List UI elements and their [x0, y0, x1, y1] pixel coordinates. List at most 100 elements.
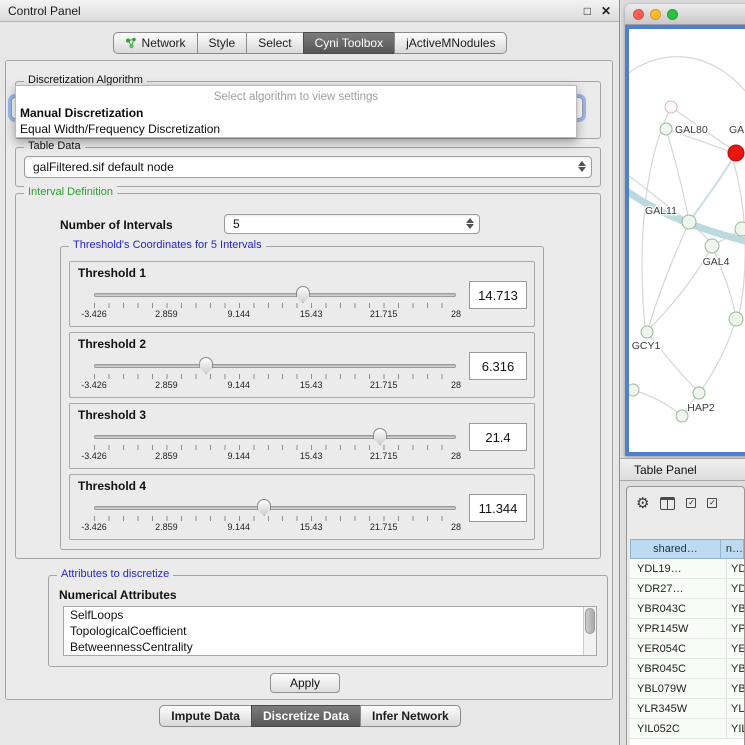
thresholds-group-title: Threshold's Coordinates for 5 Intervals — [69, 239, 266, 251]
combo-stepper-icon[interactable] — [576, 160, 587, 174]
list-scrollbar[interactable] — [583, 607, 596, 655]
slider-scale-label: 21.715 — [370, 380, 398, 390]
tab-jactivemnodules[interactable]: jActiveMNodules — [394, 32, 507, 54]
network-node[interactable] — [665, 101, 677, 113]
network-edge[interactable] — [666, 129, 688, 216]
network-node[interactable] — [660, 123, 672, 135]
threshold-slider[interactable]: -3.4262.8599.14415.4321.71528 — [94, 262, 456, 328]
threshold-row-1: Threshold 1 -3.4262.8599.14415.4321.7152… — [69, 261, 535, 327]
table-data-combobox[interactable]: galFiltered.sif default node — [24, 156, 592, 178]
table-row[interactable]: YPR145W YPR1 — [630, 619, 744, 639]
tab-infer-network[interactable]: Infer Network — [360, 705, 461, 727]
table-row[interactable]: YBR043C YBR0 — [630, 599, 744, 619]
slider-track[interactable] — [94, 293, 456, 297]
threshold-value-field[interactable]: 6.316 — [469, 352, 527, 380]
zoom-traffic-light-icon[interactable] — [667, 9, 678, 20]
threshold-slider[interactable]: -3.4262.8599.14415.4321.71528 — [94, 475, 456, 541]
network-edge[interactable] — [633, 390, 678, 413]
tab-cyni-toolbox[interactable]: Cyni Toolbox — [303, 32, 395, 54]
slider-scale-label: 15.43 — [300, 380, 323, 390]
control-panel-titlebar: Control Panel □ ✕ — [0, 0, 619, 22]
table-row[interactable]: YDL19… YDL1 — [630, 559, 744, 579]
network-canvas[interactable]: GAL80GAGAL11GAL4GCY1HAP2 — [629, 29, 745, 452]
slider-scale-label: 21.715 — [370, 309, 398, 319]
table-row[interactable]: YER054C YER0 — [630, 639, 744, 659]
column-header-1[interactable]: n… — [720, 539, 744, 559]
number-of-intervals-combobox[interactable]: 5 — [224, 214, 480, 234]
list-item-topologicalcoefficient[interactable]: TopologicalCoefficient — [64, 623, 596, 639]
slider-scale-label: -3.426 — [81, 522, 107, 532]
cell-shared-name: YDR27… — [630, 579, 727, 598]
tab-label: jActiveMNodules — [406, 36, 495, 50]
cell-name: YIL0 — [727, 719, 744, 738]
cell-shared-name: YPR145W — [630, 619, 727, 638]
network-node[interactable] — [682, 215, 696, 229]
network-icon — [125, 37, 137, 49]
slider-scale-label: 28 — [451, 309, 461, 319]
slider-track[interactable] — [94, 364, 456, 368]
column-selector-icon[interactable] — [660, 497, 675, 510]
deselect-all-checkbox-icon[interactable]: ✓ — [707, 498, 717, 508]
cell-shared-name: YER054C — [630, 639, 727, 658]
close-traffic-light-icon[interactable] — [633, 9, 644, 20]
threshold-slider[interactable]: -3.4262.8599.14415.4321.71528 — [94, 404, 456, 470]
slider-thumb[interactable] — [373, 428, 387, 445]
minimize-traffic-light-icon[interactable] — [650, 9, 661, 20]
network-node[interactable] — [728, 145, 744, 161]
network-node[interactable] — [705, 239, 719, 253]
cell-shared-name: YBR043C — [630, 599, 727, 618]
tab-impute-data[interactable]: Impute Data — [159, 705, 252, 727]
table-row[interactable]: YDR27… YDR2 — [630, 579, 744, 599]
network-edge[interactable] — [692, 153, 736, 218]
numerical-attributes-list: SelfLoopsTopologicalCoefficientBetweenne… — [64, 607, 596, 655]
network-node[interactable] — [729, 312, 743, 326]
network-node[interactable] — [693, 387, 705, 399]
list-item-betweennesscentrality[interactable]: BetweennessCentrality — [64, 639, 596, 655]
tab-select[interactable]: Select — [246, 32, 303, 54]
slider-scale-label: 9.144 — [228, 522, 251, 532]
table-row[interactable]: YBL079W YBL0 — [630, 679, 744, 699]
network-node[interactable] — [735, 222, 745, 236]
table-row[interactable]: YIL052C YIL0 — [630, 719, 744, 739]
table-row[interactable]: YBR045C YBR0 — [630, 659, 744, 679]
network-edge[interactable] — [649, 222, 689, 327]
dropdown-option-manual-discretization[interactable]: Manual Discretization — [16, 105, 576, 121]
list-item-selfloops[interactable]: SelfLoops — [64, 607, 596, 623]
slider-thumb[interactable] — [296, 286, 310, 303]
slider-track[interactable] — [94, 506, 456, 510]
combo-stepper-icon[interactable] — [464, 217, 475, 231]
close-window-icon[interactable]: ✕ — [601, 4, 611, 18]
slider-thumb[interactable] — [199, 357, 213, 374]
threshold-slider[interactable]: -3.4262.8599.14415.4321.71528 — [94, 333, 456, 399]
threshold-value-field[interactable]: 21.4 — [469, 423, 527, 451]
select-all-checkbox-icon[interactable]: ✓ — [686, 498, 696, 508]
cell-name: YDL1 — [727, 559, 744, 578]
network-node[interactable] — [629, 384, 639, 396]
algorithm-dropdown-popup: Select algorithm to view settings Manual… — [15, 85, 577, 138]
slider-scale-label: 2.859 — [155, 522, 178, 532]
network-node-label: GA — [729, 124, 744, 136]
float-window-icon[interactable]: □ — [584, 4, 591, 18]
threshold-value-field[interactable]: 14.713 — [469, 281, 527, 309]
network-view-window: GAL80GAGAL11GAL4GCY1HAP2 — [625, 4, 745, 456]
column-header-0[interactable]: shared… — [630, 539, 721, 559]
tab-style[interactable]: Style — [197, 32, 248, 54]
network-edge[interactable] — [702, 319, 736, 389]
slider-thumb[interactable] — [257, 499, 271, 516]
apply-button[interactable]: Apply — [270, 673, 340, 693]
network-node[interactable] — [676, 410, 688, 422]
dropdown-option-equal-width-frequency-discretization[interactable]: Equal Width/Frequency Discretization — [16, 121, 576, 137]
gear-icon[interactable]: ⚙ — [636, 496, 649, 511]
threshold-value-field[interactable]: 11.344 — [469, 494, 527, 522]
table-row[interactable]: YLR345W YLR3 — [630, 699, 744, 719]
list-scrollbar-thumb[interactable] — [585, 608, 595, 634]
interval-definition-group-title: Interval Definition — [24, 186, 117, 198]
interval-definition-group: Interval Definition Number of Intervals … — [15, 193, 601, 559]
network-edge[interactable] — [629, 57, 745, 93]
network-node[interactable] — [641, 326, 653, 338]
tab-discretize-data[interactable]: Discretize Data — [251, 705, 361, 727]
cell-name: YLR3 — [727, 699, 744, 718]
tab-network[interactable]: Network — [113, 32, 198, 54]
numerical-attributes-listbox[interactable]: SelfLoopsTopologicalCoefficientBetweenne… — [63, 606, 597, 656]
slider-track[interactable] — [94, 435, 456, 439]
